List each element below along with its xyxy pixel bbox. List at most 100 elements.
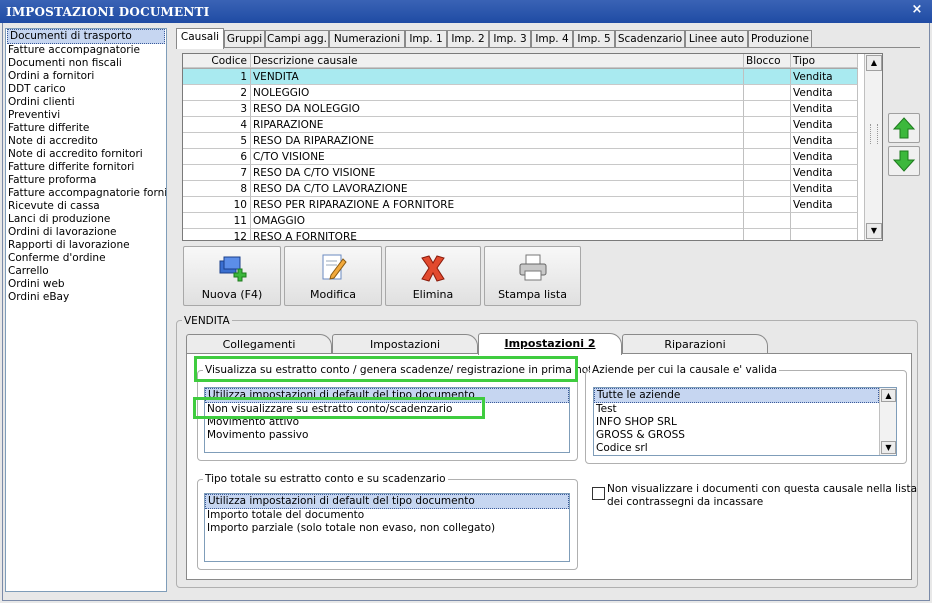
doc-type-item[interactable]: Fatture accompagnatorie — [6, 44, 166, 57]
table-cell-blocco — [744, 69, 791, 85]
tabs-divider — [176, 47, 920, 48]
list-item[interactable]: GROSS & GROSS — [594, 429, 879, 442]
print-list-button[interactable]: Stampa lista — [484, 246, 581, 306]
document-type-list[interactable]: Documenti di trasporto Fatture accompagna… — [5, 28, 167, 592]
print-list-button-label: Stampa lista — [498, 288, 567, 301]
table-cell-desc: RESO A FORNITORE — [251, 229, 744, 240]
doc-type-item[interactable]: Fatture accompagnatorie fornito — [6, 187, 166, 200]
tab-imp-1[interactable]: Imp. 1 — [405, 30, 447, 48]
doc-type-item[interactable]: Ordini di lavorazione — [6, 226, 166, 239]
list-item[interactable]: Importo parziale (solo totale non evaso,… — [205, 522, 569, 535]
tab-imp-3[interactable]: Imp. 3 — [489, 30, 531, 48]
table-cell-code: 3 — [183, 101, 251, 117]
doc-type-item[interactable]: Fatture differite fornitori — [6, 161, 166, 174]
companies-scroll-up-icon[interactable]: ▲ — [881, 389, 896, 402]
contrassegni-label-line1: Non visualizzare i documenti con questa … — [607, 483, 918, 495]
table-cell-blocco — [744, 197, 791, 213]
table-cell-desc: NOLEGGIO — [251, 85, 744, 101]
delete-x-icon — [421, 255, 445, 282]
table-cell-desc: C/TO VISIONE — [251, 149, 744, 165]
companies-scrollbar[interactable]: ▲ ▼ — [879, 388, 896, 455]
doc-type-item[interactable]: Fatture differite — [6, 122, 166, 135]
doc-type-item[interactable]: Fatture proforma — [6, 174, 166, 187]
tab-scadenzario[interactable]: Scadenzario — [615, 30, 685, 48]
highlight-non-visualizzare — [193, 397, 485, 419]
column-header[interactable]: Blocco — [744, 54, 791, 68]
contrassegni-checkbox[interactable] — [592, 487, 605, 500]
detail-tab-impostazioni[interactable]: Impostazioni — [332, 334, 478, 354]
move-down-button[interactable] — [888, 146, 920, 176]
companies-listbox[interactable]: Tutte le aziende Test INFO SHOP SRL GROSS &… — [593, 387, 897, 456]
close-icon[interactable]: × — [910, 3, 924, 17]
list-item[interactable]: Utilizza impostazioni di default del tip… — [205, 494, 569, 509]
list-item[interactable]: Test — [594, 403, 879, 416]
table-cell-blocco — [744, 181, 791, 197]
causale-detail-title: VENDITA — [182, 315, 232, 327]
edit-button[interactable]: Modifica — [284, 246, 382, 306]
tab-linee-auto[interactable]: Linee auto — [685, 30, 748, 48]
list-item[interactable]: Codice srl — [594, 442, 879, 455]
doc-type-item[interactable]: Documenti non fiscali — [6, 57, 166, 70]
doc-type-item[interactable]: Ordini clienti — [6, 96, 166, 109]
table-cell-tipo: Vendita — [791, 85, 858, 101]
doc-type-item[interactable]: Documenti di trasporto — [7, 29, 165, 44]
green-down-arrow-icon — [892, 150, 916, 172]
tab-produzione[interactable]: Produzione — [748, 30, 812, 48]
contrassegni-checkbox-label: Non visualizzare i documenti con questa … — [607, 483, 917, 509]
tab-imp-4[interactable]: Imp. 4 — [531, 30, 573, 48]
doc-type-item[interactable]: Rapporti di lavorazione — [6, 239, 166, 252]
table-cell-tipo — [791, 229, 858, 240]
table-cell-blocco — [744, 213, 791, 229]
tab-causali[interactable]: Causali — [176, 28, 224, 49]
scroll-down-icon[interactable]: ▼ — [866, 223, 882, 239]
tab-imp-5[interactable]: Imp. 5 — [573, 30, 615, 48]
window-title: IMPOSTAZIONI DOCUMENTI — [6, 5, 210, 19]
detail-tab-riparazioni[interactable]: Riparazioni — [622, 334, 768, 354]
doc-type-item[interactable]: Ordini a fornitori — [6, 70, 166, 83]
column-header[interactable]: Tipo — [791, 54, 858, 68]
highlight-statement-title — [194, 356, 578, 382]
tab-campi-agg[interactable]: Campi agg. — [265, 30, 329, 48]
doc-type-item[interactable]: Note di accredito — [6, 135, 166, 148]
table-cell-code: 5 — [183, 133, 251, 149]
doc-type-item[interactable]: Conferme d'ordine — [6, 252, 166, 265]
new-button[interactable]: Nuova (F4) — [183, 246, 281, 306]
table-cell-blocco — [744, 117, 791, 133]
column-header[interactable]: Codice — [183, 54, 251, 68]
list-item[interactable]: Importo totale del documento — [205, 509, 569, 522]
table-cell-desc: RESO DA C/TO LAVORAZIONE — [251, 181, 744, 197]
total-type-listbox[interactable]: Utilizza impostazioni di default del tip… — [204, 493, 570, 562]
tab-numerazioni[interactable]: Numerazioni — [329, 30, 405, 48]
doc-type-item[interactable]: DDT carico — [6, 83, 166, 96]
green-up-arrow-icon — [892, 117, 916, 139]
list-item[interactable]: Tutte le aziende — [594, 388, 879, 403]
table-cell-code: 1 — [183, 69, 251, 85]
detail-tab-collegamenti[interactable]: Collegamenti — [186, 334, 332, 354]
move-up-button[interactable] — [888, 113, 920, 143]
scroll-up-icon[interactable]: ▲ — [866, 55, 882, 71]
table-cell-tipo: Vendita — [791, 165, 858, 181]
list-item[interactable]: Movimento passivo — [205, 429, 569, 442]
list-item[interactable]: INFO SHOP SRL — [594, 416, 879, 429]
companies-scroll-down-icon[interactable]: ▼ — [881, 441, 896, 454]
table-cell-tipo: Vendita — [791, 133, 858, 149]
doc-type-item[interactable]: Lanci di produzione — [6, 213, 166, 226]
doc-type-item[interactable]: Ordini eBay — [6, 291, 166, 304]
table-cell-code: 8 — [183, 181, 251, 197]
grid-header: Codice Descrizione causale Blocco Tipo — [183, 54, 858, 69]
scroll-grip[interactable] — [870, 124, 878, 144]
doc-type-item[interactable]: Ordini web — [6, 278, 166, 291]
doc-type-item[interactable]: Preventivi — [6, 109, 166, 122]
column-header[interactable]: Descrizione causale — [251, 54, 744, 68]
table-cell-tipo: Vendita — [791, 149, 858, 165]
tab-gruppi[interactable]: Gruppi — [224, 30, 265, 48]
causali-grid[interactable]: Codice Descrizione causale Blocco Tipo 1 VEN… — [182, 53, 883, 241]
grid-scrollbar[interactable]: ▲ ▼ — [864, 54, 882, 240]
doc-type-item[interactable]: Carrello — [6, 265, 166, 278]
doc-type-item[interactable]: Ricevute di cassa — [6, 200, 166, 213]
tab-imp-2[interactable]: Imp. 2 — [447, 30, 489, 48]
doc-type-item[interactable]: Note di accredito fornitori — [6, 148, 166, 161]
detail-tab-impostazioni-2[interactable]: Impostazioni 2 — [478, 333, 622, 355]
table-cell-code: 2 — [183, 85, 251, 101]
delete-button[interactable]: Elimina — [385, 246, 481, 306]
